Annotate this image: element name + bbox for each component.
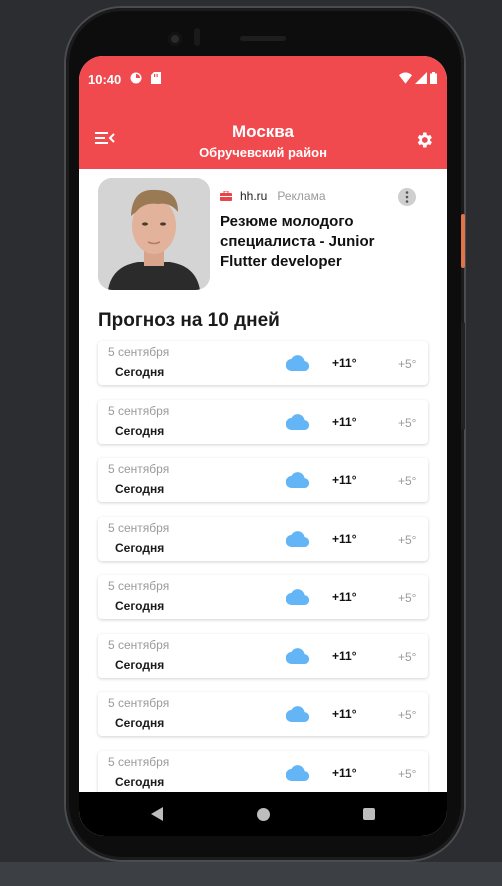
forecast-temp-min: +5° bbox=[398, 708, 417, 722]
sensor bbox=[194, 28, 200, 46]
cloud-icon bbox=[286, 355, 310, 371]
main-content: hh.ru Реклама Резюме молодого специалист… bbox=[79, 169, 447, 792]
forecast-temp-max: +11° bbox=[332, 648, 357, 663]
earpiece-speaker bbox=[240, 36, 286, 41]
forecast-list: 5 сентября Сегодня +11° +5° 5 сентября Сегодн… bbox=[98, 341, 428, 792]
forecast-temp-min: +5° bbox=[398, 357, 417, 371]
cloud-icon bbox=[286, 589, 310, 605]
forecast-day-name: Сегодня bbox=[115, 423, 165, 438]
forecast-temp-min: +5° bbox=[398, 766, 417, 781]
forecast-date: 5 сентября bbox=[108, 696, 170, 710]
forecast-day-card[interactable]: 5 сентября Сегодня +11° +5° bbox=[98, 516, 428, 561]
cloud-icon bbox=[286, 472, 310, 488]
forecast-day-card[interactable]: 5 сентября Сегодня +11° +5° bbox=[98, 399, 428, 444]
forecast-day-card[interactable]: 5 сентября Сегодня +11° +5° bbox=[98, 692, 428, 736]
forecast-day-name: Сегодня bbox=[115, 657, 165, 672]
forecast-date: 5 сентября bbox=[108, 345, 170, 359]
forecast-temp-max: +11° bbox=[332, 414, 357, 429]
cloud-icon bbox=[286, 413, 310, 430]
forecast-temp-max: +11° bbox=[332, 473, 357, 487]
gear-icon[interactable] bbox=[414, 130, 434, 150]
ad-banner[interactable]: hh.ru Реклама Резюме молодого специалист… bbox=[98, 178, 428, 294]
background-strip bbox=[0, 862, 502, 886]
ad-photo bbox=[98, 178, 210, 290]
cloud-icon bbox=[286, 764, 310, 781]
forecast-temp-min: +5° bbox=[398, 474, 417, 488]
cloud-icon bbox=[286, 647, 310, 664]
app-screen: 10:40 Москва Обручевский район hh.ru Рек… bbox=[79, 56, 447, 836]
city-name: Москва bbox=[232, 122, 294, 141]
ad-brand: hh.ru bbox=[240, 189, 268, 203]
forecast-day-name: Сегодня bbox=[115, 774, 165, 789]
sd-card-icon bbox=[151, 72, 161, 84]
forecast-title: Прогноз на 10 дней bbox=[98, 310, 280, 331]
status-bar: 10:40 bbox=[79, 56, 447, 102]
forecast-day-card[interactable]: 5 сентября Сегодня +11° +5° bbox=[98, 575, 428, 619]
forecast-day-name: Сегодня bbox=[115, 716, 165, 730]
ad-title[interactable]: Резюме молодого специалиста - Junior Flu… bbox=[220, 212, 410, 272]
forecast-day-card[interactable]: 5 сентября Сегодня +11° +5° bbox=[98, 341, 428, 385]
status-time: 10:40 bbox=[88, 72, 122, 87]
forecast-temp-min: +5° bbox=[398, 649, 417, 664]
back-icon[interactable] bbox=[151, 807, 163, 821]
forecast-day-card[interactable]: 5 сентября Сегодня +11° +5° bbox=[98, 750, 428, 792]
front-camera bbox=[168, 32, 182, 46]
ad-source: hh.ru Реклама bbox=[220, 188, 326, 204]
forecast-temp-min: +5° bbox=[398, 532, 417, 547]
forecast-day-name: Сегодня bbox=[115, 599, 165, 613]
forecast-temp-max: +11° bbox=[332, 531, 357, 546]
cloud-icon bbox=[286, 706, 310, 722]
forecast-day-card[interactable]: 5 сентября Сегодня +11° +5° bbox=[98, 633, 428, 678]
cloud-icon bbox=[286, 530, 310, 547]
forecast-day-name: Сегодня bbox=[115, 365, 165, 379]
ad-label: Реклама bbox=[277, 189, 326, 203]
forecast-date: 5 сентября bbox=[108, 754, 170, 769]
recent-apps-icon[interactable] bbox=[363, 808, 375, 820]
forecast-temp-max: +11° bbox=[332, 765, 357, 780]
home-icon[interactable] bbox=[257, 808, 270, 821]
sync-icon bbox=[130, 72, 142, 84]
forecast-date: 5 сентября bbox=[108, 637, 170, 652]
forecast-temp-min: +5° bbox=[398, 591, 417, 605]
forecast-temp-max: +11° bbox=[332, 356, 357, 370]
forecast-date: 5 сентября bbox=[108, 520, 170, 535]
wifi-icon bbox=[399, 72, 412, 84]
power-button bbox=[461, 214, 465, 268]
forecast-date: 5 сентября bbox=[108, 462, 170, 476]
forecast-temp-max: +11° bbox=[332, 590, 357, 604]
app-bar: Москва Обручевский район bbox=[79, 102, 447, 169]
nav-bar bbox=[79, 792, 447, 836]
forecast-temp-min: +5° bbox=[398, 415, 417, 430]
briefcase-icon bbox=[220, 191, 232, 201]
volume-button bbox=[461, 322, 465, 430]
forecast-day-card[interactable]: 5 сентября Сегодня +11° +5° bbox=[98, 458, 428, 502]
forecast-temp-max: +11° bbox=[332, 707, 357, 721]
district-name: Обручевский район bbox=[199, 145, 327, 160]
more-vertical-icon[interactable] bbox=[398, 188, 416, 206]
signal-icon bbox=[415, 72, 427, 84]
forecast-day-name: Сегодня bbox=[115, 540, 165, 555]
forecast-date: 5 сентября bbox=[108, 403, 170, 418]
battery-icon bbox=[430, 72, 437, 84]
person-photo bbox=[98, 178, 210, 290]
forecast-day-name: Сегодня bbox=[115, 482, 165, 496]
forecast-date: 5 сентября bbox=[108, 579, 170, 593]
